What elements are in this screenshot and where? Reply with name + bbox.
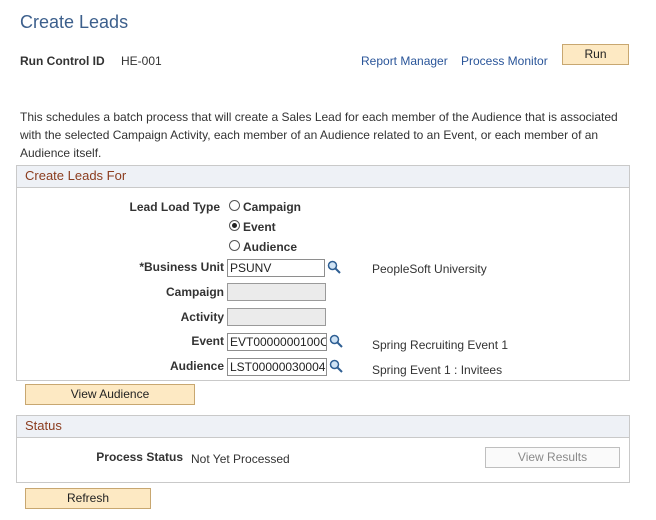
view-audience-button[interactable]: View Audience <box>25 384 195 405</box>
instructions-text: This schedules a batch process that will… <box>20 110 618 160</box>
business-unit-input[interactable]: PSUNV <box>227 259 325 277</box>
audience-input[interactable]: LST00000030004 <box>227 358 327 376</box>
status-header: Status <box>17 416 629 438</box>
campaign-input[interactable] <box>227 283 326 301</box>
refresh-button[interactable]: Refresh <box>25 488 151 509</box>
activity-input[interactable] <box>227 308 326 326</box>
radio-audience-label: Audience <box>243 240 298 254</box>
radio-audience[interactable] <box>229 240 240 251</box>
radio-event[interactable] <box>229 220 240 231</box>
radio-campaign-label: Campaign <box>243 200 302 214</box>
business-unit-lookup-icon[interactable] <box>327 260 341 274</box>
event-label: Event <box>191 334 224 348</box>
event-lookup-icon[interactable] <box>329 334 343 348</box>
view-results-button[interactable]: View Results <box>485 447 620 468</box>
run-control-id-label: Run Control ID <box>20 54 105 68</box>
run-control-id-value: HE-001 <box>121 54 162 68</box>
report-manager-link[interactable]: Report Manager <box>361 54 448 68</box>
process-status-value: Not Yet Processed <box>191 452 290 466</box>
event-description: Spring Recruiting Event 1 <box>372 338 509 352</box>
campaign-label: Campaign <box>165 285 224 299</box>
audience-description: Spring Event 1 : Invitees <box>372 363 503 377</box>
event-input[interactable]: EVT0000000100C <box>227 333 327 351</box>
activity-label: Activity <box>180 310 224 324</box>
audience-label: Audience <box>169 359 224 373</box>
business-unit-label: *Business Unit <box>139 260 224 274</box>
audience-lookup-icon[interactable] <box>329 359 343 373</box>
business-unit-description: PeopleSoft University <box>372 262 487 276</box>
create-leads-for-header: Create Leads For <box>17 166 629 188</box>
process-monitor-link[interactable]: Process Monitor <box>461 54 548 68</box>
radio-event-label: Event <box>243 220 276 234</box>
run-button[interactable]: Run <box>562 44 629 65</box>
lead-load-type-label: Lead Load Type <box>129 200 220 214</box>
radio-campaign[interactable] <box>229 200 240 211</box>
page-title: Create Leads <box>20 12 129 32</box>
process-status-label: Process Status <box>96 450 183 464</box>
